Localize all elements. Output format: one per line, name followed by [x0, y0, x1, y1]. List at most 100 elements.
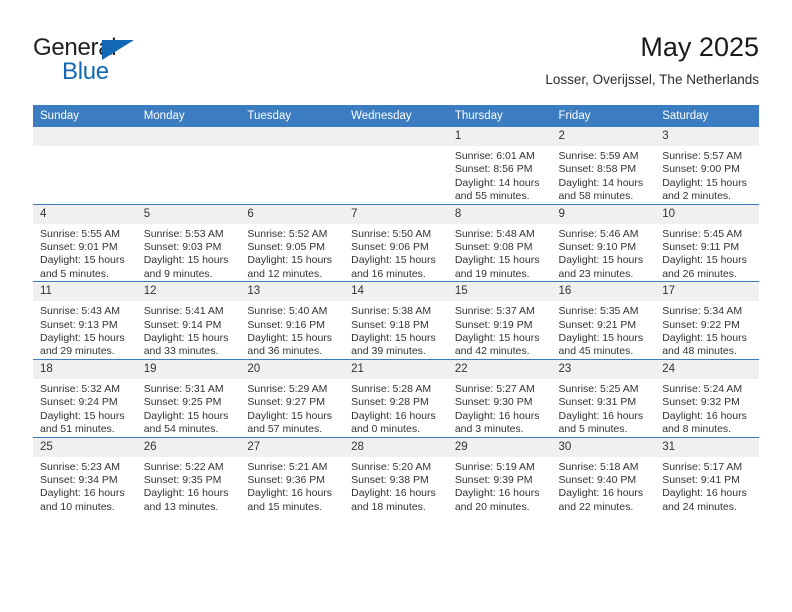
- calendar-day-cell[interactable]: 4 Sunrise: 5:55 AM Sunset: 9:01 PM Daylight…: [33, 203, 137, 282]
- daylight-text: Daylight: 15 hours and 51 minutes.: [40, 409, 125, 436]
- calendar-day-cell[interactable]: 15 Sunrise: 5:37 AM Sunset: 9:19 PM Dayligh…: [447, 281, 552, 360]
- calendar-day-cell[interactable]: 29 Sunrise: 5:19 AM Sunset: 9:39 PM Dayligh…: [447, 436, 552, 515]
- sunrise-text: Sunrise: 5:57 AM: [662, 150, 743, 162]
- calendar-day-cell[interactable]: 16 Sunrise: 5:35 AM Sunset: 9:21 PM Dayligh…: [551, 281, 656, 360]
- calendar-cell-empty: [344, 127, 448, 204]
- calendar-day-cell[interactable]: 23 Sunrise: 5:25 AM Sunset: 9:31 PM Dayligh…: [551, 358, 656, 437]
- day-details: Sunrise: 5:34 AM Sunset: 9:22 PM Daylight:…: [655, 301, 759, 359]
- sunset-text: Sunset: 9:22 PM: [662, 318, 740, 331]
- calendar-day-cell[interactable]: 3 Sunrise: 5:57 AM Sunset: 9:00 PM Daylight…: [655, 127, 759, 204]
- calendar-day-cell[interactable]: 2 Sunrise: 5:59 AM Sunset: 8:58 PM Daylight…: [551, 127, 656, 204]
- daylight-text: Daylight: 15 hours and 45 minutes.: [558, 332, 644, 358]
- day-number: 23: [551, 359, 656, 379]
- calendar-day-cell[interactable]: 27 Sunrise: 5:21 AM Sunset: 9:36 PM Dayligh…: [240, 436, 345, 515]
- sunrise-text: Sunrise: 5:40 AM: [247, 305, 328, 318]
- sunset-text: Sunset: 9:21 PM: [558, 318, 637, 331]
- sunrise-text: Sunrise: 5:24 AM: [662, 382, 743, 395]
- calendar-day-cell[interactable]: 9 Sunrise: 5:46 AM Sunset: 9:10 PM Daylight…: [551, 203, 656, 282]
- day-details: Sunrise: 5:23 AM Sunset: 9:34 PM Daylight:…: [33, 457, 137, 515]
- day-number: 27: [240, 437, 345, 457]
- calendar-day-cell[interactable]: 10 Sunrise: 5:45 AM Sunset: 9:11 PM Dayligh…: [655, 203, 759, 282]
- day-details: Sunrise: 5:17 AM Sunset: 9:41 PM Daylight:…: [655, 457, 759, 515]
- day-number: 7: [344, 204, 448, 224]
- calendar-day-cell[interactable]: 11 Sunrise: 5:43 AM Sunset: 9:13 PM Dayligh…: [33, 281, 137, 360]
- calendar-day-cell[interactable]: 18 Sunrise: 5:32 AM Sunset: 9:24 PM Dayligh…: [33, 358, 137, 437]
- calendar-day-cell[interactable]: 1 Sunrise: 6:01 AM Sunset: 8:56 PM Daylight…: [447, 127, 552, 204]
- sunset-text: Sunset: 9:13 PM: [40, 318, 118, 331]
- day-details: Sunrise: 5:22 AM Sunset: 9:35 PM Daylight:…: [137, 457, 241, 515]
- daylight-text: Daylight: 15 hours and 57 minutes.: [247, 409, 333, 436]
- sunset-text: Sunset: 9:14 PM: [143, 318, 222, 331]
- calendar-day-cell[interactable]: 14 Sunrise: 5:38 AM Sunset: 9:18 PM Dayligh…: [344, 281, 448, 360]
- calendar-day-cell[interactable]: 25 Sunrise: 5:23 AM Sunset: 9:34 PM Dayligh…: [33, 436, 137, 515]
- calendar-day-cell[interactable]: 12 Sunrise: 5:41 AM Sunset: 9:14 PM Dayligh…: [136, 281, 241, 360]
- day-number: 20: [240, 359, 345, 379]
- day-details: Sunrise: 5:19 AM Sunset: 9:39 PM Daylight:…: [448, 457, 552, 515]
- calendar-table: Sunday Monday Tuesday Wednesday Thursday Frid…: [33, 105, 759, 515]
- sunrise-text: Sunrise: 5:52 AM: [247, 227, 328, 240]
- calendar-day-cell[interactable]: 17 Sunrise: 5:34 AM Sunset: 9:22 PM Dayligh…: [655, 281, 759, 360]
- calendar-cell-empty: [136, 127, 241, 204]
- daylight-text: Daylight: 15 hours and 26 minutes.: [662, 254, 747, 280]
- calendar-grid: Sunday Monday Tuesday Wednesday Thursday Frid…: [33, 105, 759, 515]
- daylight-text: Daylight: 16 hours and 18 minutes.: [351, 487, 436, 513]
- calendar-day-cell[interactable]: 13 Sunrise: 5:40 AM Sunset: 9:16 PM Dayligh…: [240, 281, 345, 360]
- day-details: Sunrise: 5:37 AM Sunset: 9:19 PM Daylight:…: [448, 301, 552, 359]
- calendar-week-row: 11 Sunrise: 5:43 AM Sunset: 9:13 PM Dayligh…: [33, 281, 759, 360]
- calendar-day-cell[interactable]: 28 Sunrise: 5:20 AM Sunset: 9:38 PM Dayligh…: [344, 436, 448, 515]
- daylight-text: Daylight: 15 hours and 9 minutes.: [143, 254, 229, 280]
- calendar-day-cell[interactable]: 26 Sunrise: 5:22 AM Sunset: 9:35 PM Dayligh…: [136, 436, 241, 515]
- day-number: 31: [655, 437, 759, 457]
- day-number: 4: [33, 204, 137, 224]
- column-header-monday: Monday: [136, 105, 241, 127]
- calendar-day-cell[interactable]: 30 Sunrise: 5:18 AM Sunset: 9:40 PM Dayligh…: [551, 436, 656, 515]
- sunrise-text: Sunrise: 5:53 AM: [143, 227, 224, 240]
- calendar-day-cell[interactable]: 24 Sunrise: 5:24 AM Sunset: 9:32 PM Dayligh…: [655, 358, 759, 437]
- sunset-text: Sunset: 9:01 PM: [40, 241, 118, 254]
- daylight-text: Daylight: 15 hours and 33 minutes.: [143, 332, 229, 358]
- calendar-day-cell[interactable]: 31 Sunrise: 5:17 AM Sunset: 9:41 PM Dayligh…: [655, 436, 759, 515]
- day-number: 13: [240, 282, 345, 302]
- daylight-text: Daylight: 16 hours and 0 minutes.: [351, 409, 436, 436]
- sunset-text: Sunset: 9:00 PM: [662, 163, 740, 176]
- day-details: Sunrise: 5:52 AM Sunset: 9:05 PM Daylight:…: [240, 224, 344, 282]
- sunset-text: Sunset: 9:27 PM: [247, 396, 326, 409]
- calendar-header-row: Sunday Monday Tuesday Wednesday Thursday Frid…: [33, 105, 759, 127]
- day-number: 29: [447, 437, 552, 457]
- day-number: 21: [344, 359, 448, 379]
- sunrise-text: Sunrise: 5:35 AM: [558, 305, 639, 318]
- sunset-text: Sunset: 9:36 PM: [247, 473, 326, 486]
- daylight-text: Daylight: 15 hours and 54 minutes.: [143, 409, 229, 436]
- calendar-day-cell[interactable]: 21 Sunrise: 5:28 AM Sunset: 9:28 PM Dayligh…: [344, 358, 448, 437]
- daylight-text: Daylight: 16 hours and 5 minutes.: [558, 409, 644, 436]
- daylight-text: Daylight: 16 hours and 3 minutes.: [454, 409, 540, 436]
- sunrise-text: Sunrise: 5:18 AM: [558, 460, 639, 473]
- calendar-day-cell[interactable]: 19 Sunrise: 5:31 AM Sunset: 9:25 PM Dayligh…: [136, 358, 241, 437]
- calendar-day-cell[interactable]: 8 Sunrise: 5:48 AM Sunset: 9:08 PM Daylight…: [447, 203, 552, 282]
- sunset-text: Sunset: 9:24 PM: [40, 396, 118, 409]
- calendar-day-cell[interactable]: 22 Sunrise: 5:27 AM Sunset: 9:30 PM Dayligh…: [447, 358, 552, 437]
- day-details: Sunrise: 5:20 AM Sunset: 9:38 PM Daylight:…: [344, 457, 448, 515]
- sunset-text: Sunset: 9:40 PM: [558, 473, 637, 486]
- daylight-text: Daylight: 16 hours and 13 minutes.: [143, 487, 229, 513]
- day-details: Sunrise: 5:55 AM Sunset: 9:01 PM Daylight:…: [33, 224, 137, 282]
- sunset-text: Sunset: 9:10 PM: [558, 241, 637, 254]
- day-number: [344, 127, 448, 146]
- calendar-week-row: 4 Sunrise: 5:55 AM Sunset: 9:01 PM Daylight…: [33, 203, 759, 282]
- day-number: 11: [33, 282, 137, 302]
- calendar-day-cell[interactable]: 7 Sunrise: 5:50 AM Sunset: 9:06 PM Daylight…: [344, 203, 448, 282]
- day-number: [240, 127, 345, 146]
- sunrise-text: Sunrise: 5:50 AM: [351, 227, 432, 240]
- calendar-day-cell[interactable]: 6 Sunrise: 5:52 AM Sunset: 9:05 PM Daylight…: [240, 203, 345, 282]
- calendar-day-cell[interactable]: 20 Sunrise: 5:29 AM Sunset: 9:27 PM Dayligh…: [240, 358, 345, 437]
- sunrise-text: Sunrise: 5:48 AM: [454, 227, 535, 240]
- sunrise-text: Sunrise: 5:55 AM: [40, 227, 120, 240]
- sunrise-text: Sunrise: 6:01 AM: [454, 150, 535, 162]
- general-blue-logo[interactable]: General Blue: [33, 34, 233, 90]
- sunset-text: Sunset: 9:08 PM: [454, 241, 533, 254]
- day-details: Sunrise: 5:29 AM Sunset: 9:27 PM Daylight:…: [240, 379, 344, 437]
- sunrise-text: Sunrise: 5:17 AM: [662, 460, 743, 473]
- daylight-text: Daylight: 16 hours and 24 minutes.: [662, 487, 747, 513]
- daylight-text: Daylight: 16 hours and 10 minutes.: [40, 487, 125, 513]
- calendar-day-cell[interactable]: 5 Sunrise: 5:53 AM Sunset: 9:03 PM Daylight…: [136, 203, 241, 282]
